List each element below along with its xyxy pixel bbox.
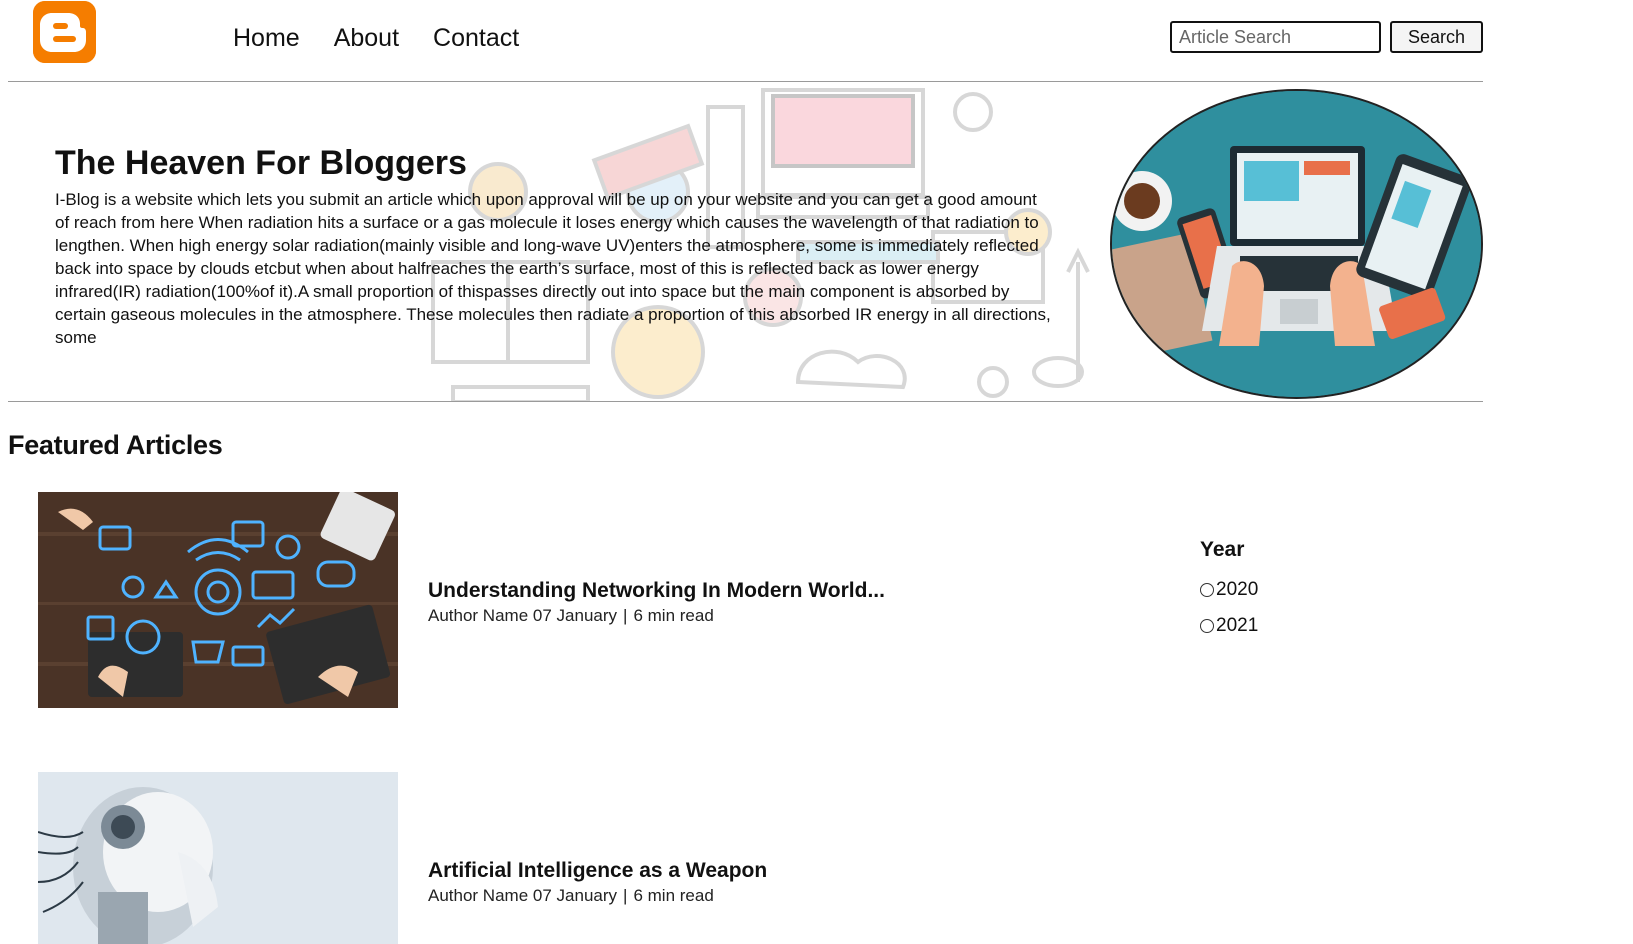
article-date: 07 January bbox=[532, 606, 618, 625]
nav-about[interactable]: About bbox=[334, 22, 399, 54]
article-date: 07 January bbox=[532, 886, 618, 905]
hero-banner: The Heaven For Bloggers I-Blog is a webs… bbox=[8, 82, 1483, 402]
article-read-time: 6 min read bbox=[633, 606, 714, 625]
search-button[interactable]: Search bbox=[1390, 21, 1483, 53]
hero-description: I-Blog is a website which lets you submi… bbox=[55, 190, 1051, 347]
article-meta-1: Author Name 07 January | 6 min read bbox=[428, 606, 714, 626]
year-option-2021[interactable]: 2021 bbox=[1200, 608, 1258, 644]
networking-devices-icon bbox=[38, 492, 398, 708]
robot-head-icon bbox=[38, 772, 398, 944]
article-meta-2: Author Name 07 January | 6 min read bbox=[428, 886, 714, 906]
article-read-time: 6 min read bbox=[633, 886, 714, 905]
hero-divider bbox=[8, 401, 1483, 402]
year-label-2021: 2021 bbox=[1216, 615, 1259, 636]
laptop-workspace-icon bbox=[1112, 91, 1481, 397]
radio-2021[interactable] bbox=[1200, 619, 1214, 633]
featured-articles-heading: Featured Articles bbox=[8, 430, 223, 460]
laptop-workspace-illustration bbox=[1110, 89, 1483, 399]
nav-home[interactable]: Home bbox=[233, 22, 300, 54]
year-filter: Year 2020 2021 bbox=[1200, 538, 1258, 644]
year-label-2020: 2020 bbox=[1216, 579, 1259, 600]
hero-title: The Heaven For Bloggers bbox=[55, 144, 467, 182]
blogger-b-icon bbox=[33, 1, 96, 63]
article-title-1[interactable]: Understanding Networking In Modern World… bbox=[428, 579, 885, 603]
year-option-2020[interactable]: 2020 bbox=[1200, 572, 1258, 608]
nav-contact[interactable]: Contact bbox=[433, 22, 519, 54]
article-image-ai[interactable] bbox=[38, 772, 398, 944]
meta-separator: | bbox=[623, 606, 628, 625]
article-image-networking[interactable] bbox=[38, 492, 398, 708]
radio-2020[interactable] bbox=[1200, 583, 1214, 597]
main-nav: Home About Contact bbox=[233, 22, 553, 54]
article-author: Author Name bbox=[428, 886, 529, 905]
article-title-2[interactable]: Artificial Intelligence as a Weapon bbox=[428, 859, 767, 883]
meta-separator: | bbox=[623, 886, 628, 905]
article-search-input[interactable] bbox=[1170, 21, 1381, 53]
blogger-logo-icon[interactable] bbox=[33, 1, 96, 63]
year-filter-title: Year bbox=[1200, 538, 1245, 561]
article-author: Author Name bbox=[428, 606, 529, 625]
